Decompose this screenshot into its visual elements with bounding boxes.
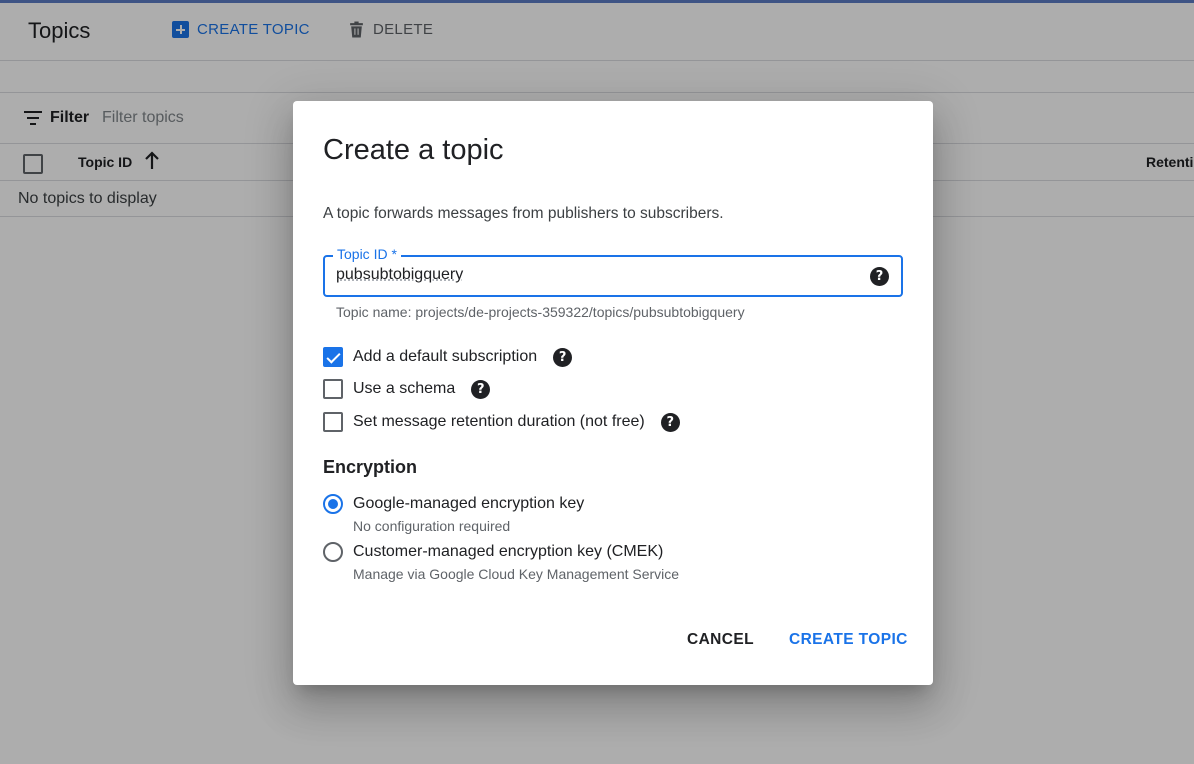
option-default-subscription[interactable]: Add a default subscription ?: [323, 347, 573, 367]
option-use-schema[interactable]: Use a schema ?: [323, 379, 491, 399]
create-topic-button[interactable]: CREATE TOPIC: [789, 631, 908, 649]
topic-id-input[interactable]: [336, 266, 856, 284]
option-label: Use a schema: [353, 380, 456, 397]
option-label: Set message retention duration (not free…: [353, 413, 645, 430]
radio-label: Google-managed encryption key: [353, 495, 585, 512]
cmek-radio[interactable]: [323, 542, 343, 562]
help-icon[interactable]: ?: [870, 267, 889, 286]
use-schema-checkbox[interactable]: [323, 379, 343, 399]
dialog-title: Create a topic: [323, 134, 504, 166]
option-label: Add a default subscription: [353, 348, 538, 365]
radio-customer-managed[interactable]: Customer-managed encryption key (CMEK): [323, 542, 663, 562]
option-retention-duration[interactable]: Set message retention duration (not free…: [323, 412, 680, 432]
dialog-description: A topic forwards messages from publisher…: [323, 205, 724, 222]
encryption-heading: Encryption: [323, 457, 418, 477]
create-topic-dialog: Create a topic A topic forwards messages…: [293, 101, 933, 685]
google-managed-radio[interactable]: [323, 494, 343, 514]
radio-google-managed[interactable]: Google-managed encryption key: [323, 494, 584, 514]
help-icon[interactable]: ?: [660, 412, 680, 432]
radio-sublabel: No configuration required: [353, 518, 511, 534]
cancel-button[interactable]: CANCEL: [687, 631, 754, 649]
topic-id-field[interactable]: Topic ID * ?: [323, 246, 903, 297]
topic-id-label: Topic ID *: [333, 246, 401, 262]
topic-name-hint: Topic name: projects/de-projects-359322/…: [336, 304, 745, 320]
help-icon[interactable]: ?: [553, 347, 573, 367]
default-subscription-checkbox[interactable]: [323, 347, 343, 367]
retention-duration-checkbox[interactable]: [323, 412, 343, 432]
help-icon[interactable]: ?: [471, 379, 491, 399]
radio-sublabel: Manage via Google Cloud Key Management S…: [353, 566, 680, 582]
radio-label: Customer-managed encryption key (CMEK): [353, 543, 664, 560]
